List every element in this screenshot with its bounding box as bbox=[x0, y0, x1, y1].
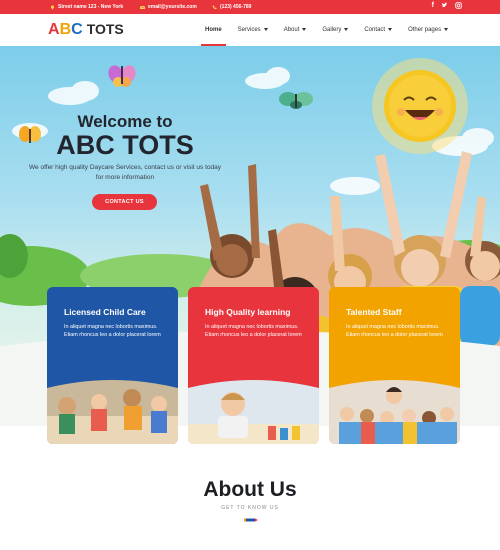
card-high-quality-learning[interactable]: High Quality learning In aliquet magna n… bbox=[188, 287, 319, 444]
card-photo bbox=[47, 380, 178, 444]
card-title: High Quality learning bbox=[205, 307, 291, 317]
card-photo bbox=[188, 380, 319, 444]
butterfly-green bbox=[279, 92, 313, 109]
instagram-icon[interactable] bbox=[455, 2, 462, 11]
nav-item-contact[interactable]: Contact bbox=[356, 14, 400, 46]
social-links: f bbox=[432, 2, 462, 11]
top-bar: Street name 123 - New York email@yoursit… bbox=[0, 0, 500, 14]
card-text: In aliquet magna nec lobortis maximus. E… bbox=[346, 324, 443, 339]
caret-down-icon bbox=[388, 27, 393, 31]
nav-item-home[interactable]: Home bbox=[197, 14, 230, 46]
crayon-icon bbox=[244, 518, 258, 522]
main-navbar: ABC TOTS Home Services About Gallery Cont… bbox=[0, 14, 500, 46]
hero-subtitle: We offer high quality Daycare Services, … bbox=[29, 164, 221, 181]
address-text: Street name 123 - New York bbox=[58, 4, 124, 10]
site-logo[interactable]: ABC TOTS bbox=[48, 21, 124, 39]
nav-item-services[interactable]: Services bbox=[230, 14, 276, 46]
card-title: Licensed Child Care bbox=[64, 307, 146, 317]
about-us-subtitle: GET TO KNOW US bbox=[221, 505, 279, 511]
envelope-icon bbox=[140, 5, 145, 9]
card-text: In aliquet magna nec lobortis maximus. E… bbox=[64, 324, 161, 339]
about-us-heading: About Us bbox=[203, 478, 297, 501]
caret-down-icon bbox=[344, 27, 349, 31]
twitter-icon[interactable] bbox=[441, 2, 448, 11]
nav-menu: Home Services About Gallery Contact Othe… bbox=[197, 14, 456, 46]
contact-us-button[interactable]: CONTACT US bbox=[92, 194, 157, 210]
caret-down-icon bbox=[263, 27, 268, 31]
card-talented-staff[interactable]: Talented Staff In aliquet magna nec lobo… bbox=[329, 287, 460, 444]
card-title: Talented Staff bbox=[346, 307, 402, 317]
caret-down-icon bbox=[302, 27, 307, 31]
phone-icon bbox=[212, 5, 217, 9]
email-info[interactable]: email@yoursite.com bbox=[140, 4, 197, 10]
facebook-icon[interactable]: f bbox=[432, 2, 434, 11]
phone-info[interactable]: (123) 456-789 bbox=[212, 4, 251, 10]
phone-text[interactable]: (123) 456-789 bbox=[220, 4, 251, 10]
nav-item-about[interactable]: About bbox=[276, 14, 315, 46]
nav-item-gallery[interactable]: Gallery bbox=[314, 14, 356, 46]
card-photo bbox=[329, 380, 460, 444]
map-pin-icon bbox=[51, 5, 54, 10]
hero-title: ABC TOTS bbox=[56, 130, 194, 160]
address-info: Street name 123 - New York bbox=[50, 4, 123, 10]
caret-down-icon bbox=[444, 27, 449, 31]
nav-item-other-pages[interactable]: Other pages bbox=[400, 14, 456, 46]
butterfly-purple bbox=[108, 65, 136, 87]
card-licensed-child-care[interactable]: Licensed Child Care In aliquet magna nec… bbox=[47, 287, 178, 444]
sun-illustration bbox=[372, 58, 468, 154]
email-text[interactable]: email@yoursite.com bbox=[148, 4, 197, 10]
card-text: In aliquet magna nec lobortis maximus. E… bbox=[205, 324, 302, 339]
hero-welcome-text: Welcome to bbox=[77, 112, 173, 131]
